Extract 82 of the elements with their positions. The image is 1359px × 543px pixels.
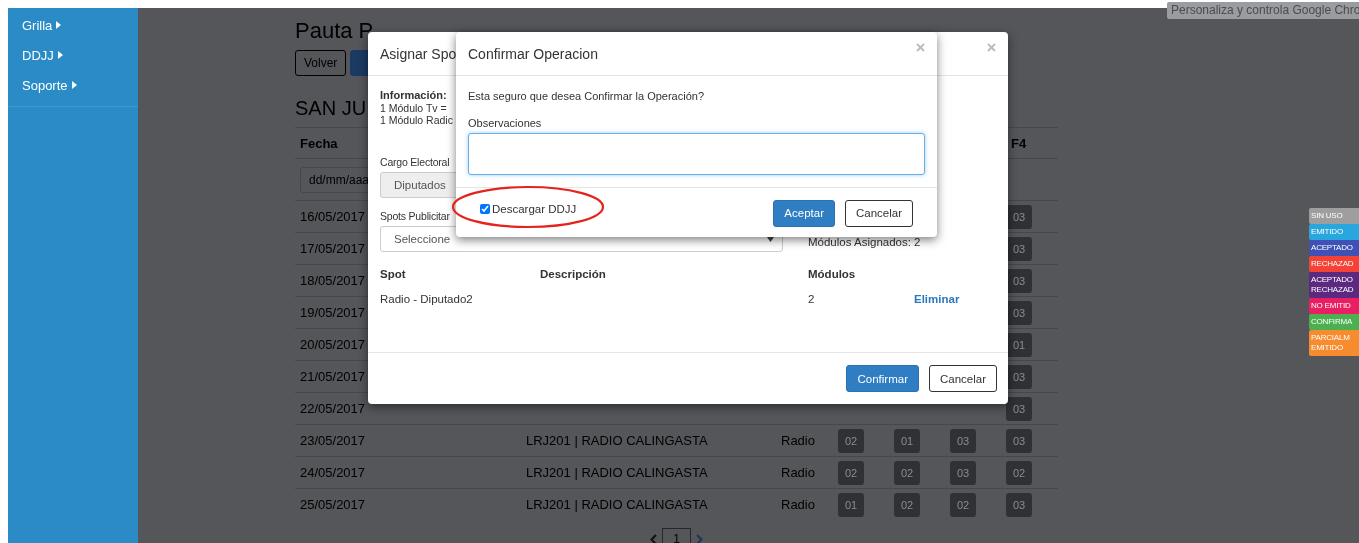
confirm-button[interactable]: Confirmar	[846, 365, 919, 392]
module-badge[interactable]: 01	[838, 492, 864, 517]
status-tag: RECHAZAD	[1309, 256, 1359, 272]
module-badge[interactable]: 03	[1006, 428, 1032, 453]
column-header: Módulos	[808, 268, 857, 280]
field-label: Spots Publicitar	[380, 209, 450, 223]
table-cell-text: Radio	[780, 465, 815, 480]
checkbox[interactable]	[480, 204, 490, 214]
next-page-icon	[695, 533, 703, 543]
sidebar-item[interactable]: DDJJ	[8, 40, 138, 70]
table-cell-text: Radio	[780, 497, 815, 512]
status-tag: EMITIDO	[1309, 224, 1359, 240]
table-cell-text: 22/05/2017	[299, 401, 366, 416]
confirm-button[interactable]: Aceptar	[773, 199, 835, 227]
table-cell-text: 21/05/2017	[299, 369, 366, 384]
status-tag: ACEPTADO RECHAZAD	[1309, 272, 1359, 298]
caret-icon	[57, 51, 63, 59]
module-badge[interactable]: 03	[1006, 268, 1032, 293]
info-text: 1 Módulo Radic	[380, 114, 453, 126]
module-badge[interactable]: 03	[1006, 236, 1032, 261]
section-title: SAN JU	[295, 96, 367, 121]
module-badge[interactable]: 02	[838, 428, 864, 453]
table-cell-text: 16/05/2017	[299, 209, 366, 224]
module-badge[interactable]: 01	[1006, 332, 1032, 357]
checkbox-label: Descargar DDJJ	[492, 203, 577, 215]
table-cell-text: 17/05/2017	[299, 241, 366, 256]
table-cell-text: 19/05/2017	[299, 305, 366, 320]
table-cell-text: LRJ201 | RADIO CALINGASTA	[525, 465, 708, 480]
module-badge[interactable]: 03	[950, 428, 976, 453]
table-cell-text: 23/05/2017	[299, 433, 366, 448]
assigned-count: Módulos Asignados: 2	[808, 236, 921, 250]
back-button[interactable]: Volver	[295, 50, 347, 76]
module-badge[interactable]: 02	[894, 492, 920, 517]
caret-icon	[56, 21, 62, 29]
caret-icon	[71, 81, 77, 89]
info-text: 1 Módulo Tv =	[380, 102, 447, 114]
field-label: Observaciones	[468, 117, 543, 130]
module-badge[interactable]: 02	[894, 460, 920, 485]
table-cell-text: 2	[808, 293, 816, 305]
status-tag: PARCIALM EMITIDO	[1309, 330, 1359, 356]
previous-page-icon	[650, 533, 658, 543]
column-header: Spot	[380, 268, 407, 280]
column-header: F4	[1010, 135, 1027, 151]
sidebar-item[interactable]: Soporte	[8, 70, 138, 100]
module-badge[interactable]: 03	[1006, 300, 1032, 325]
table-cell-text: LRJ201 | RADIO CALINGASTA	[525, 497, 708, 512]
module-badge[interactable]: 03	[1006, 204, 1032, 229]
status-tag: ACEPTADO	[1309, 240, 1359, 256]
module-badge[interactable]: 01	[894, 428, 920, 453]
confirm-message: Esta seguro que desea Confirmar la Operación?	[468, 90, 706, 103]
page-number[interactable]: 1	[662, 528, 691, 543]
cancel-button[interactable]: Cancelar	[844, 199, 913, 227]
module-badge[interactable]: 03	[1006, 364, 1032, 389]
module-badge[interactable]: 03	[1006, 492, 1032, 517]
table-cell-text: Radio	[780, 433, 815, 448]
cancel-button[interactable]: Cancelar	[928, 365, 997, 392]
info-label: Información:	[380, 89, 447, 102]
close-icon	[916, 43, 925, 52]
table-cell-text: LRJ201 | RADIO CALINGASTA	[525, 433, 708, 448]
table-cell-text: 25/05/2017	[299, 497, 366, 512]
module-badge[interactable]: 02	[1006, 460, 1032, 485]
table-cell-text: 24/05/2017	[299, 465, 366, 480]
module-badge[interactable]: 02	[838, 460, 864, 485]
observations-field[interactable]	[468, 133, 925, 175]
column-header: Fecha	[299, 135, 338, 151]
sidebar-item[interactable]: Grilla	[8, 10, 138, 40]
dialog-title: Asignar Spo	[380, 45, 457, 62]
module-badge[interactable]: 02	[950, 492, 976, 517]
field-label: Cargo Electoral	[380, 155, 450, 169]
module-badge[interactable]: 03	[950, 460, 976, 485]
table-cell-text: Radio - Diputado2	[380, 293, 474, 305]
status-tag: SIN USO	[1309, 208, 1359, 224]
status-tag: NO EMITID	[1309, 298, 1359, 314]
column-header: Descripción	[540, 268, 607, 280]
module-badge[interactable]: 03	[1006, 396, 1032, 421]
status-tag: CONFIRMA	[1309, 314, 1359, 330]
table-cell-text: 20/05/2017	[299, 337, 366, 352]
dialog-title: Confirmar Operacion	[468, 45, 598, 62]
delete-link[interactable]: Eliminar	[914, 293, 960, 305]
table-cell-text: 18/05/2017	[299, 273, 366, 288]
page-title: Pauta P	[295, 17, 374, 45]
close-icon	[987, 43, 996, 52]
